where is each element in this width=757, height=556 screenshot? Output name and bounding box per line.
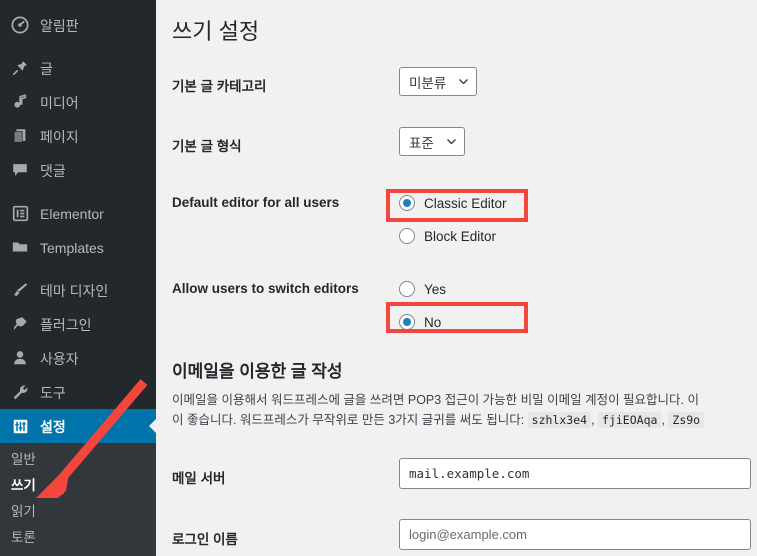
sidebar-item-label: 테마 디자인 bbox=[40, 283, 109, 299]
random-string-1: szhlx3e4 bbox=[527, 412, 592, 428]
settings-submenu: 일반 쓰기 읽기 토론 bbox=[0, 443, 156, 556]
radio-dot-icon bbox=[399, 228, 415, 244]
random-string-3: Zs9o bbox=[668, 412, 705, 428]
email-section-description: 이메일을 이용해서 워드프레스에 글을 쓰려면 POP3 접근이 가능한 비밀 … bbox=[172, 390, 757, 430]
sidebar-item-media[interactable]: 미디어 bbox=[0, 85, 156, 119]
sidebar-item-label: 미디어 bbox=[40, 95, 79, 111]
default-post-format-value: 표준 bbox=[409, 135, 434, 151]
sidebar-item-elementor[interactable]: Elementor bbox=[0, 196, 156, 230]
page-title: 쓰기 설정 bbox=[172, 19, 260, 44]
sidebar-item-label: 사용자 bbox=[40, 351, 79, 367]
pin-icon bbox=[9, 57, 31, 79]
allow-switch-label: Allow users to switch editors bbox=[172, 281, 359, 296]
radio-dot-icon bbox=[399, 281, 415, 297]
radio-label: Block Editor bbox=[424, 228, 497, 244]
sidebar-item-pages[interactable]: 페이지 bbox=[0, 119, 156, 153]
desc-line-2: 이 좋습니다. 워드프레스가 무작위로 만든 3가지 글귀를 써도 됩니다: bbox=[172, 413, 525, 427]
radio-dot-icon bbox=[399, 314, 415, 330]
pages-icon bbox=[9, 125, 31, 147]
admin-sidebar: 알림판 글 미디어 페이지 댓글 Elementor Templates 테마 … bbox=[0, 0, 156, 556]
default-category-label: 기본 글 카테고리 bbox=[172, 79, 267, 94]
tools-wrench-icon bbox=[9, 381, 31, 403]
chevron-down-icon bbox=[447, 138, 456, 145]
sidebar-item-posts[interactable]: 글 bbox=[0, 51, 156, 85]
sidebar-item-dashboard[interactable]: 알림판 bbox=[0, 8, 156, 42]
sidebar-item-comments[interactable]: 댓글 bbox=[0, 153, 156, 187]
mail-server-label: 메일 서버 bbox=[172, 471, 226, 486]
main-content: 쓰기 설정 기본 글 카테고리 미분류 기본 글 형식 표준 Default e… bbox=[156, 0, 757, 556]
default-post-format-select[interactable]: 표준 bbox=[399, 127, 465, 156]
submenu-item-discussion[interactable]: 토론 bbox=[0, 525, 156, 551]
elementor-icon bbox=[9, 202, 31, 224]
radio-label: No bbox=[424, 314, 442, 330]
default-editor-label: Default editor for all users bbox=[172, 195, 340, 210]
dashboard-icon bbox=[9, 14, 31, 36]
sidebar-item-label: 설정 bbox=[40, 419, 66, 435]
sidebar-item-tools[interactable]: 도구 bbox=[0, 375, 156, 409]
sidebar-item-label: Elementor bbox=[40, 206, 104, 222]
sidebar-item-templates[interactable]: Templates bbox=[0, 230, 156, 264]
submenu-item-reading[interactable]: 읽기 bbox=[0, 499, 156, 525]
desc-line-1: 이메일을 이용해서 워드프레스에 글을 쓰려면 POP3 접근이 가능한 비밀 … bbox=[172, 393, 699, 407]
appearance-brush-icon bbox=[9, 279, 31, 301]
code-sep: , bbox=[661, 413, 665, 427]
radio-classic-editor[interactable]: Classic Editor bbox=[399, 191, 507, 215]
radio-block-editor[interactable]: Block Editor bbox=[399, 224, 507, 248]
wordpress-admin-screen: 알림판 글 미디어 페이지 댓글 Elementor Templates 테마 … bbox=[0, 0, 757, 556]
random-string-2: fjiEOAqa bbox=[598, 412, 662, 428]
code-sep: , bbox=[591, 413, 595, 427]
radio-switch-no[interactable]: No bbox=[399, 310, 446, 334]
sidebar-item-label: 플러그인 bbox=[40, 317, 92, 333]
submenu-item-writing[interactable]: 쓰기 bbox=[0, 473, 156, 499]
radio-dot-icon bbox=[399, 195, 415, 211]
media-icon bbox=[9, 91, 31, 113]
radio-label: Classic Editor bbox=[424, 195, 507, 211]
sidebar-item-label: Templates bbox=[40, 240, 104, 256]
sidebar-item-label: 페이지 bbox=[40, 129, 79, 145]
submenu-item-general[interactable]: 일반 bbox=[0, 447, 156, 473]
sidebar-item-users[interactable]: 사용자 bbox=[0, 341, 156, 375]
sidebar-item-plugins[interactable]: 플러그인 bbox=[0, 307, 156, 341]
sidebar-item-label: 댓글 bbox=[40, 163, 66, 179]
comments-icon bbox=[9, 159, 31, 181]
radio-label: Yes bbox=[424, 281, 447, 297]
users-icon bbox=[9, 347, 31, 369]
sidebar-item-label: 글 bbox=[40, 61, 53, 77]
chevron-down-icon bbox=[459, 78, 469, 85]
login-name-input[interactable]: login@example.com bbox=[399, 519, 751, 550]
mail-server-input[interactable]: mail.example.com bbox=[399, 458, 751, 489]
sidebar-item-label: 알림판 bbox=[40, 18, 79, 34]
radio-switch-yes[interactable]: Yes bbox=[399, 277, 446, 301]
default-category-value: 미분류 bbox=[409, 75, 447, 91]
mail-server-value: mail.example.com bbox=[409, 466, 530, 481]
plugins-plug-icon bbox=[9, 313, 31, 335]
settings-sliders-icon bbox=[9, 415, 31, 437]
folder-icon bbox=[9, 236, 31, 258]
email-section-heading: 이메일을 이용한 글 작성 bbox=[172, 362, 343, 381]
login-name-label: 로그인 이름 bbox=[172, 532, 238, 547]
sidebar-item-appearance[interactable]: 테마 디자인 bbox=[0, 273, 156, 307]
sidebar-item-settings[interactable]: 설정 bbox=[0, 409, 156, 443]
sidebar-item-label: 도구 bbox=[40, 385, 66, 401]
default-post-format-label: 기본 글 형식 bbox=[172, 139, 242, 154]
login-name-placeholder: login@example.com bbox=[409, 527, 527, 542]
default-category-select[interactable]: 미분류 bbox=[399, 67, 478, 96]
